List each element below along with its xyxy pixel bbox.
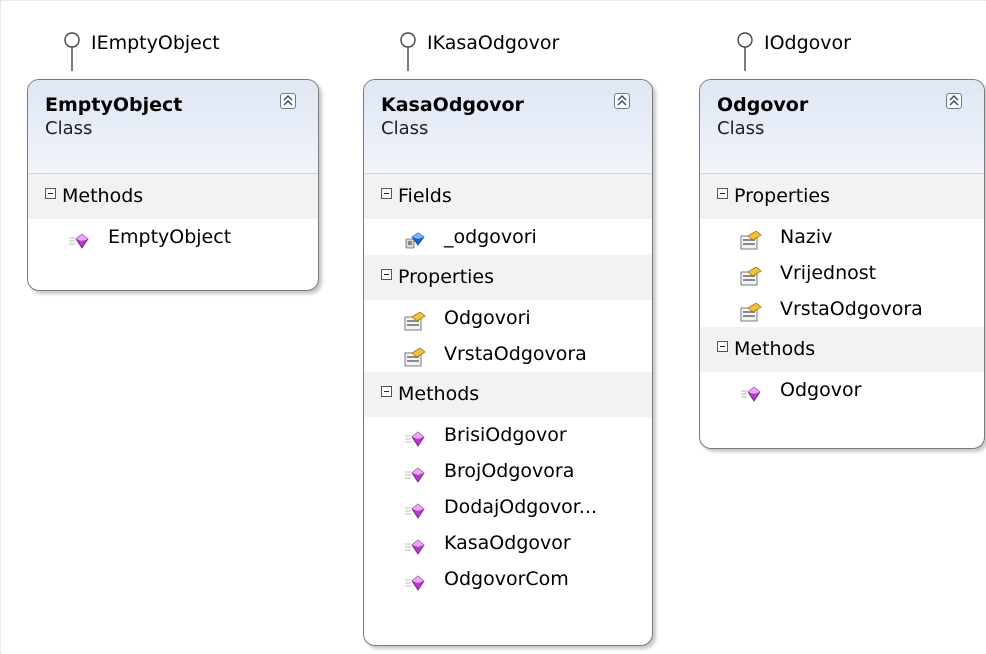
interface-label: IKasaOdgovor [427,32,560,54]
collapse-chevron-icon[interactable] [280,93,296,109]
member-name: Odgovori [444,307,531,329]
property-member[interactable]: VrstaOdgovora [700,291,984,327]
property-member[interactable]: Naziv [700,219,984,255]
field-icon [404,227,426,249]
compartment-title: Methods [62,185,144,207]
collapse-chevron-icon[interactable] [614,93,630,109]
property-icon [740,227,762,250]
member-name: VrstaOdgovora [444,343,587,365]
class-shape-emptyobject[interactable]: EmptyObject Class Methods EmptyObject [27,79,319,291]
class-shape-kasaodgovor[interactable]: KasaOdgovor Class Fields _odgovori Propertie… [363,79,653,646]
class-name: KasaOdgovor [381,94,524,116]
class-stereotype: Class [45,118,93,139]
field-member[interactable]: _odgovori [364,219,652,255]
interface-label: IEmptyObject [91,32,220,54]
class-header: KasaOdgovor Class [364,80,652,174]
class-stereotype: Class [381,118,429,139]
member-name: KasaOdgovor [444,532,571,554]
compartment-header-method[interactable]: Methods [28,174,318,219]
method-icon [404,497,426,519]
property-member[interactable]: Odgovori [364,300,652,336]
member-name: DodajOdgovor... [444,496,597,518]
property-icon [740,263,762,286]
member-name: VrstaOdgovora [780,298,923,320]
compartment-collapse-icon[interactable] [381,269,392,280]
method-icon [404,425,426,447]
interface-lollipop-icon [400,32,416,71]
method-icon [404,461,426,483]
member-name: _odgovori [444,226,537,248]
class-shape-odgovor[interactable]: Odgovor Class Properties Naziv Vrijednost Vrs… [699,79,985,449]
class-stereotype: Class [717,118,765,139]
property-icon [404,344,426,367]
compartment-title: Properties [398,266,495,288]
compartment-title: Methods [734,338,816,360]
method-member[interactable]: EmptyObject [28,219,318,255]
compartment-header-method[interactable]: Methods [364,372,652,417]
property-icon [404,308,426,331]
interface-label: IOdgovor [764,32,851,54]
method-member[interactable]: BrisiOdgovor [364,417,652,453]
compartment-header-method[interactable]: Methods [700,327,984,372]
property-member[interactable]: VrstaOdgovora [364,336,652,372]
method-member[interactable]: KasaOdgovor [364,525,652,561]
member-name: BrojOdgovora [444,460,575,482]
member-name: OdgovorCom [444,568,569,590]
compartment-collapse-icon[interactable] [381,386,392,397]
class-name: EmptyObject [45,94,183,116]
compartment-collapse-icon[interactable] [717,341,728,352]
property-icon [740,299,762,322]
compartment-collapse-icon[interactable] [45,188,56,199]
compartment-title: Properties [734,185,831,207]
member-name: Vrijednost [780,262,877,284]
compartment-header-property[interactable]: Properties [700,174,984,219]
member-name: Naziv [780,226,833,248]
diagram-canvas: IEmptyObject IKasaOdgovor IOdgovor Empty… [0,0,986,654]
collapse-chevron-icon[interactable] [946,93,962,109]
interface-lollipop-icon [64,32,80,71]
method-icon [404,569,426,591]
class-header: Odgovor Class [700,80,984,174]
member-name: EmptyObject [108,226,232,248]
method-icon [404,533,426,555]
class-name: Odgovor [717,94,809,116]
compartment-header-field[interactable]: Fields [364,174,652,219]
method-member[interactable]: DodajOdgovor... [364,489,652,525]
compartment-title: Fields [398,185,452,207]
compartment-title: Methods [398,383,480,405]
compartment-collapse-icon[interactable] [381,188,392,199]
method-member[interactable]: Odgovor [700,372,984,408]
member-name: BrisiOdgovor [444,424,567,446]
member-name: Odgovor [780,379,862,401]
class-header: EmptyObject Class [28,80,318,174]
compartment-collapse-icon[interactable] [717,188,728,199]
compartment-header-property[interactable]: Properties [364,255,652,300]
method-member[interactable]: BrojOdgovora [364,453,652,489]
method-member[interactable]: OdgovorCom [364,561,652,597]
property-member[interactable]: Vrijednost [700,255,984,291]
method-icon [740,380,762,402]
method-icon [68,227,90,249]
interface-lollipop-icon [737,32,753,71]
